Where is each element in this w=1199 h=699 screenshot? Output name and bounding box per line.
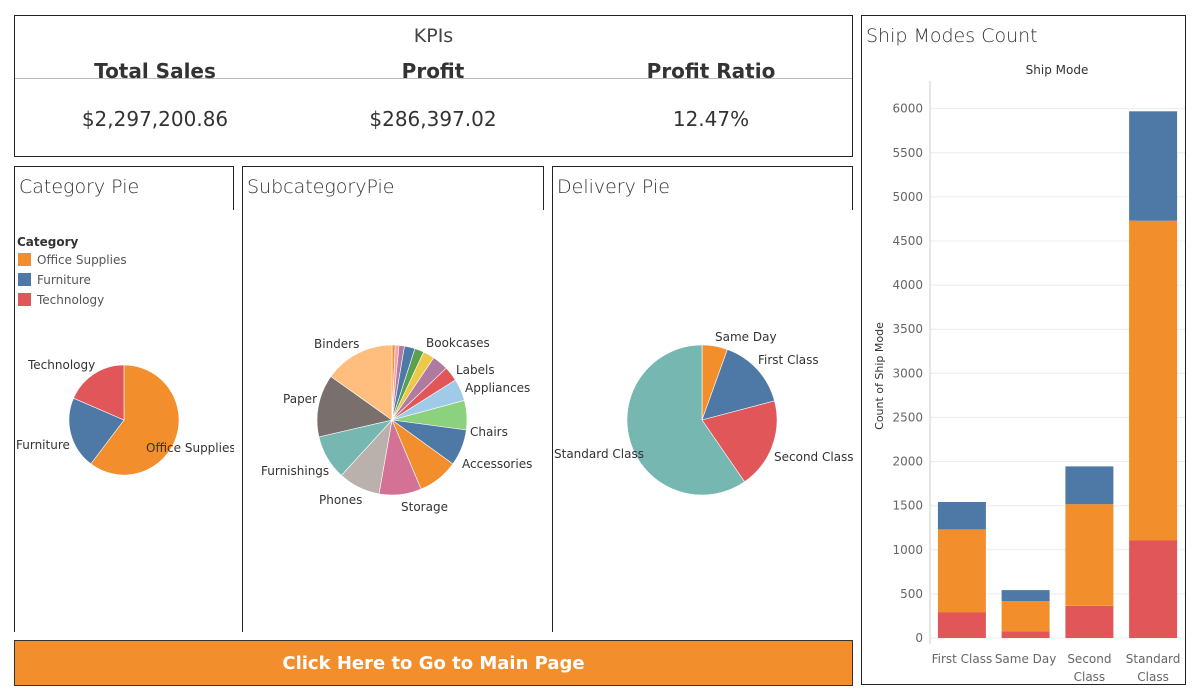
bar-same-day-segment-0[interactable] [1001,631,1050,638]
profit-ratio-value: 12.47% [672,107,750,131]
pie-label-chairs: Chairs [470,425,508,439]
ship-modes-panel: Ship Modes Count Ship Mode Count of Ship… [861,15,1186,685]
pie-label-storage: Storage [401,500,448,514]
pie-label-furnishings: Furnishings [261,464,329,478]
x-tick-label-same-day: Same Day [995,652,1057,666]
total-sales-label: Total Sales [94,59,216,83]
y-tick-label: 500 [900,587,923,601]
pie-label-labels: Labels [456,363,495,377]
delivery-pie-panel: Delivery Pie Same Day First Class Second C… [552,166,853,632]
pie-label-technology: Technology [27,358,95,372]
pie-label-appliances: Appliances [465,381,530,395]
pie-label-office-supplies: Office Supplies [146,441,234,455]
y-tick-label: 4500 [892,234,923,248]
pie-label-accessories: Accessories [462,457,532,471]
kpi-panel: KPIs Total Sales Profit Profit Ratio $2,… [14,15,853,157]
profit-ratio-label: Profit Ratio [646,59,776,83]
bar-first-class-segment-1[interactable] [937,529,986,613]
subcategory-pie-chart[interactable]: Paper Binders Bookcases Labels Appliances Cha… [242,166,544,632]
pie-label-same-day: Same Day [715,330,777,344]
bar-second-class-segment-2[interactable] [1065,466,1114,505]
x-tick-label-standard-class: Class [1137,670,1169,684]
bar-second-class-segment-1[interactable] [1065,504,1114,606]
bar-first-class-segment-2[interactable] [937,502,986,530]
y-tick-label: 3000 [892,366,923,380]
bar-same-day-segment-1[interactable] [1001,601,1050,632]
y-tick-label: 0 [915,631,923,645]
ship-mode-column-header: Ship Mode [1026,63,1089,77]
pie-label-first-class: First Class [758,353,819,367]
y-tick-label: 1000 [892,543,923,557]
pie-label-second-class: Second Class [774,450,853,464]
pie-label-binders: Binders [314,337,359,351]
pie-label-standard-class: Standard Class [554,447,644,461]
y-tick-label: 2500 [892,410,923,424]
y-tick-label: 5500 [892,146,923,160]
ship-modes-bar-chart[interactable]: Ship Mode Count of Ship Mode 0 500 1000 150… [862,16,1185,684]
y-tick-label: 6000 [892,102,923,116]
y-tick-label: 4000 [892,278,923,292]
pie-label-paper: Paper [283,392,317,406]
y-tick-label: 3500 [892,322,923,336]
pie-label-furniture: Furniture [16,438,70,452]
bar-standard-class-segment-0[interactable] [1129,540,1178,639]
subcategory-pie-panel: SubcategoryPie Paper Binders Bookcases Labe… [242,166,544,632]
x-tick-label-standard-class: Standard [1126,652,1181,666]
bar-same-day-segment-2[interactable] [1001,590,1050,602]
total-sales-value: $2,297,200.86 [81,107,229,131]
go-to-main-page-button[interactable]: Click Here to Go to Main Page [14,640,853,686]
x-tick-label-second-class: Second [1067,652,1111,666]
y-axis-label: Count of Ship Mode [873,322,886,430]
y-tick-label: 2000 [892,455,923,469]
category-pie-chart[interactable]: Office Supplies Furniture Technology [14,166,234,632]
profit-label: Profit [401,59,465,83]
pie-label-phones: Phones [319,493,362,507]
bar-standard-class-segment-2[interactable] [1129,111,1178,221]
category-pie-panel: Category Pie Category Office Supplies Fu… [14,166,234,632]
bar-first-class-segment-0[interactable] [937,612,986,638]
kpi-title: KPIs [413,25,454,47]
delivery-pie-chart[interactable]: Same Day First Class Second Class Standard … [552,166,853,632]
y-tick-label: 5000 [892,190,923,204]
y-tick-label: 1500 [892,499,923,513]
x-tick-label-first-class: First Class [932,652,993,666]
bar-standard-class-segment-1[interactable] [1129,220,1178,541]
profit-value: $286,397.02 [369,107,497,131]
bar-second-class-segment-0[interactable] [1065,605,1114,638]
x-tick-label-second-class: Class [1074,670,1106,684]
pie-label-bookcases: Bookcases [426,336,490,350]
